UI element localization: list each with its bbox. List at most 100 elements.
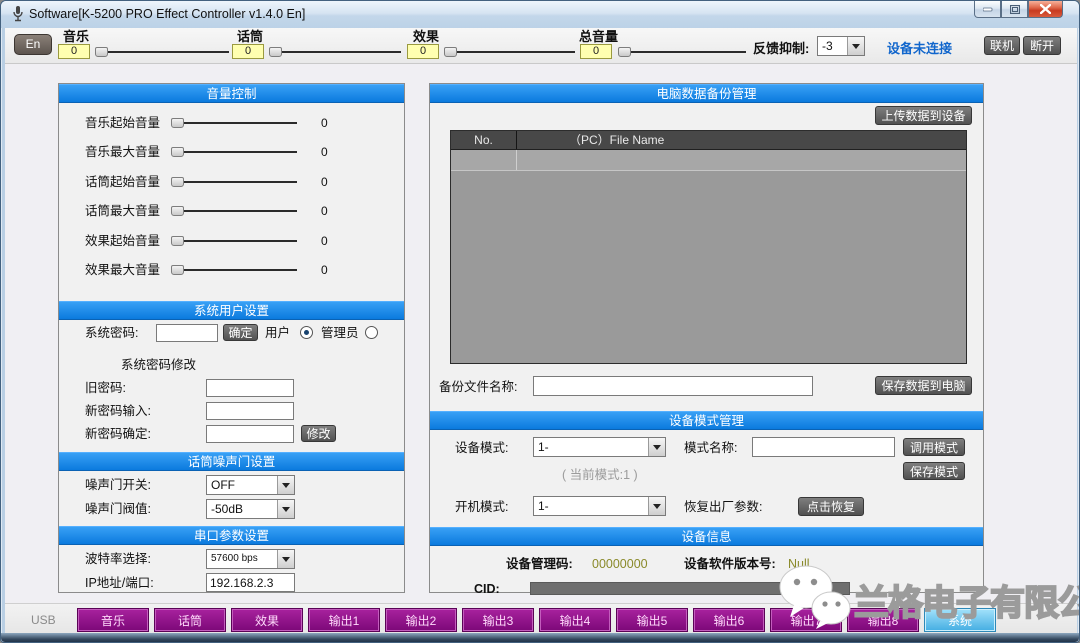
table-row[interactable] xyxy=(451,150,966,171)
chevron-down-icon[interactable] xyxy=(277,500,294,518)
save-mode-button[interactable]: 保存模式 xyxy=(903,462,965,480)
toolbar-mic-value: 0 xyxy=(232,44,264,59)
confirm-button[interactable]: 确定 xyxy=(223,324,258,341)
toolbar-effect-value: 0 xyxy=(407,44,439,59)
mic-max-volume-slider[interactable] xyxy=(171,205,297,217)
system-password-input[interactable] xyxy=(156,324,218,342)
slider-handle[interactable] xyxy=(171,265,184,275)
slider-handle[interactable] xyxy=(269,47,282,57)
recall-mode-button[interactable]: 调用模式 xyxy=(903,438,965,456)
language-button[interactable]: En xyxy=(14,34,52,55)
slider-handle[interactable] xyxy=(444,47,457,57)
factory-restore-button[interactable]: 点击恢复 xyxy=(798,497,864,516)
effect-start-volume-slider[interactable] xyxy=(171,235,297,247)
slider-handle[interactable] xyxy=(171,206,184,216)
chevron-down-icon[interactable] xyxy=(648,497,665,515)
effect-max-volume-slider[interactable] xyxy=(171,264,297,276)
mode-name-input[interactable] xyxy=(752,437,895,457)
slider-handle[interactable] xyxy=(171,118,184,128)
save-to-pc-button[interactable]: 保存数据到电脑 xyxy=(875,376,972,395)
modify-button[interactable]: 修改 xyxy=(301,425,336,442)
slider-track xyxy=(281,51,401,53)
new-password-confirm-input[interactable] xyxy=(206,425,294,443)
client-area: En 音乐 0 话筒 0 效果 0 总音量 0 xyxy=(5,28,1077,635)
chevron-down-icon[interactable] xyxy=(847,37,864,55)
toolbar-music-slider[interactable] xyxy=(95,46,229,58)
minimize-button[interactable] xyxy=(974,1,1001,18)
vol-row-label: 效果起始音量 xyxy=(85,232,160,250)
slider-track xyxy=(107,51,229,53)
slider-handle[interactable] xyxy=(171,236,184,246)
vol-row-value: 0 xyxy=(321,173,328,191)
music-max-volume-slider[interactable] xyxy=(171,146,297,158)
slider-handle[interactable] xyxy=(171,147,184,157)
serial-params-header: 串口参数设置 xyxy=(59,526,404,545)
vol-row-value: 0 xyxy=(321,232,328,250)
backup-file-table[interactable]: No. （PC）File Name xyxy=(450,130,967,364)
slider-track xyxy=(183,181,297,183)
table-header: No. （PC）File Name xyxy=(451,131,966,150)
disconnect-button[interactable]: 断开 xyxy=(1023,36,1061,55)
noise-gate-threshold-select[interactable]: -50dB xyxy=(206,499,295,519)
tab-system[interactable]: 系统 xyxy=(924,608,996,632)
admin-radio[interactable] xyxy=(365,326,378,339)
noise-gate-switch-select[interactable]: OFF xyxy=(206,475,295,495)
channel-tabs: 音乐 话筒 效果 输出1 输出2 输出3 输出4 输出5 输出6 输出7 输出8… xyxy=(77,608,996,632)
toolbar-effect-slider[interactable] xyxy=(444,46,575,58)
slider-handle[interactable] xyxy=(95,47,108,57)
tab-output1[interactable]: 输出1 xyxy=(308,608,380,632)
tab-output7[interactable]: 输出7 xyxy=(770,608,842,632)
tab-output5[interactable]: 输出5 xyxy=(616,608,688,632)
tab-mic[interactable]: 话筒 xyxy=(154,608,226,632)
feedback-suppress-select[interactable]: -3 xyxy=(817,36,865,56)
device-mode-value: 1- xyxy=(534,438,648,456)
vol-row-value: 0 xyxy=(321,143,328,161)
device-mode-label: 设备模式: xyxy=(455,439,508,457)
tab-output3[interactable]: 输出3 xyxy=(462,608,534,632)
device-mgmt-code-label: 设备管理码: xyxy=(506,555,573,573)
window-bottom-frame xyxy=(1,633,1079,642)
device-status-text: 设备未连接 xyxy=(887,38,952,57)
table-col-no: No. xyxy=(451,131,517,149)
slider-track xyxy=(183,210,297,212)
music-start-volume-slider[interactable] xyxy=(171,117,297,129)
window-title: Software[K-5200 PRO Effect Controller v1… xyxy=(29,7,305,21)
toolbar-music-label: 音乐 xyxy=(63,28,89,45)
old-password-input[interactable] xyxy=(206,379,294,397)
connect-button[interactable]: 联机 xyxy=(984,36,1020,55)
window-controls xyxy=(974,1,1063,19)
tab-output2[interactable]: 输出2 xyxy=(385,608,457,632)
tab-effect[interactable]: 效果 xyxy=(231,608,303,632)
tab-output8[interactable]: 输出8 xyxy=(847,608,919,632)
slider-handle[interactable] xyxy=(171,177,184,187)
backup-filename-input[interactable] xyxy=(533,376,813,396)
chevron-down-icon[interactable] xyxy=(277,476,294,494)
baud-rate-select[interactable]: 57600 bps xyxy=(206,549,295,569)
system-password-label: 系统密码: xyxy=(85,324,138,342)
cid-label: CID: xyxy=(474,580,500,598)
mode-name-label: 模式名称: xyxy=(684,439,737,457)
boot-mode-select[interactable]: 1- xyxy=(533,496,666,516)
toolbar-master-slider[interactable] xyxy=(618,46,746,58)
device-mode-select[interactable]: 1- xyxy=(533,437,666,457)
chevron-down-icon[interactable] xyxy=(648,438,665,456)
new-password-input[interactable] xyxy=(206,402,294,420)
ip-port-input[interactable] xyxy=(206,573,295,592)
chevron-down-icon[interactable] xyxy=(277,550,294,568)
toolbar-mic-slider[interactable] xyxy=(269,46,401,58)
close-button[interactable] xyxy=(1028,1,1063,18)
mic-start-volume-slider[interactable] xyxy=(171,176,297,188)
cid-value-bar xyxy=(530,582,850,595)
user-radio[interactable] xyxy=(300,326,313,339)
title-bar: Software[K-5200 PRO Effect Controller v1… xyxy=(1,1,1079,28)
upload-to-device-button[interactable]: 上传数据到设备 xyxy=(875,106,972,125)
slider-handle[interactable] xyxy=(618,47,631,57)
vol-row-label: 音乐起始音量 xyxy=(85,114,160,132)
maximize-button[interactable] xyxy=(1001,1,1028,18)
tab-output6[interactable]: 输出6 xyxy=(693,608,765,632)
firmware-version-label: 设备软件版本号: xyxy=(684,555,776,573)
slider-track xyxy=(183,269,297,271)
tab-music[interactable]: 音乐 xyxy=(77,608,149,632)
tab-output4[interactable]: 输出4 xyxy=(539,608,611,632)
password-change-title: 系统密码修改 xyxy=(121,356,196,374)
